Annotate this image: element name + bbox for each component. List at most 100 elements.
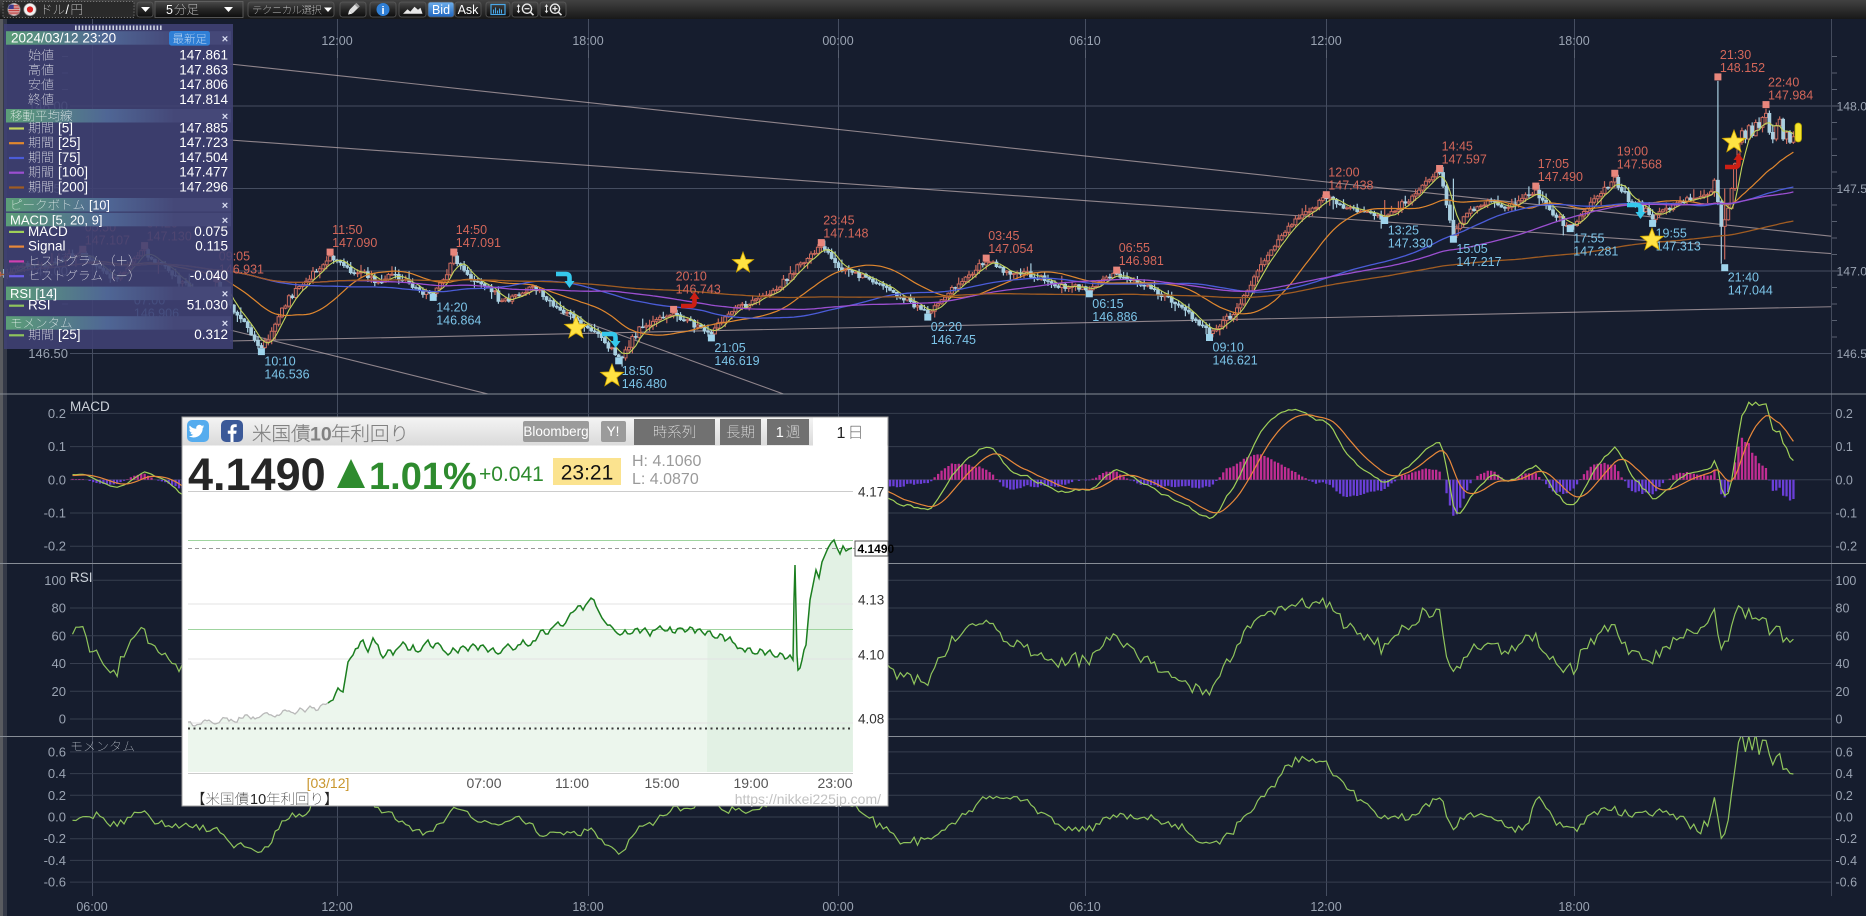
svg-text:12:00: 12:00 — [1310, 900, 1341, 914]
svg-text:Ask: Ask — [458, 3, 480, 17]
svg-text:00:00: 00:00 — [822, 900, 853, 914]
svg-text:21:05: 21:05 — [714, 341, 745, 355]
svg-text:18:00: 18:00 — [572, 900, 603, 914]
svg-text:0.075: 0.075 — [194, 224, 228, 239]
svg-text:Bid: Bid — [432, 3, 450, 17]
svg-text:06:10: 06:10 — [1069, 900, 1100, 914]
svg-text:19:00: 19:00 — [1617, 144, 1648, 158]
svg-text:RSI: RSI — [28, 298, 51, 313]
svg-text:RSI: RSI — [70, 570, 93, 585]
svg-text:0.0: 0.0 — [48, 810, 66, 825]
svg-text:147.148: 147.148 — [823, 227, 868, 241]
svg-text:L: 4.0870: L: 4.0870 — [632, 471, 699, 488]
svg-text:4.1490: 4.1490 — [188, 449, 326, 500]
svg-text:[100]: [100] — [58, 165, 88, 180]
svg-text:MACD: MACD — [28, 224, 68, 239]
svg-text:0.0: 0.0 — [48, 472, 66, 487]
svg-text:147.313: 147.313 — [1656, 239, 1701, 253]
svg-text:60: 60 — [52, 628, 66, 643]
svg-text:0.2: 0.2 — [48, 788, 66, 803]
svg-text:147.330: 147.330 — [1388, 237, 1433, 251]
svg-text:11:50: 11:50 — [332, 223, 362, 237]
svg-text:22:40: 22:40 — [1768, 76, 1799, 90]
svg-text:147.568: 147.568 — [1617, 157, 1662, 171]
svg-text:51.030: 51.030 — [187, 298, 228, 313]
svg-text:4.13: 4.13 — [858, 593, 884, 608]
svg-text:i: i — [381, 5, 384, 17]
svg-text:80: 80 — [52, 601, 66, 616]
svg-text:12:00: 12:00 — [1310, 34, 1341, 48]
svg-text:-0.4: -0.4 — [44, 853, 66, 868]
svg-text:-0.040: -0.040 — [190, 268, 228, 283]
svg-text:Bloomberg: Bloomberg — [523, 424, 588, 439]
svg-text:100: 100 — [44, 573, 66, 588]
svg-text:00:00: 00:00 — [822, 34, 853, 48]
svg-text:[200]: [200] — [58, 179, 88, 194]
svg-text:147.5: 147.5 — [1837, 182, 1866, 196]
svg-text:02:20: 02:20 — [931, 320, 962, 334]
svg-text:21:30: 21:30 — [1720, 48, 1751, 62]
svg-text:0.2: 0.2 — [48, 406, 66, 421]
svg-text:14:50: 14:50 — [456, 223, 487, 237]
svg-text:146.864: 146.864 — [436, 313, 481, 327]
svg-text:148.0: 148.0 — [1837, 100, 1866, 114]
svg-text:100: 100 — [1836, 574, 1857, 588]
svg-text:40: 40 — [52, 656, 66, 671]
svg-text:18:00: 18:00 — [1558, 34, 1589, 48]
svg-text:23:00: 23:00 — [817, 775, 852, 791]
svg-text:146.981: 146.981 — [1119, 254, 1164, 268]
svg-text:-0.6: -0.6 — [1836, 876, 1858, 890]
svg-text:148.152: 148.152 — [1720, 61, 1765, 75]
svg-text:2024/03/12 23:20: 2024/03/12 23:20 — [11, 31, 116, 46]
svg-text:18:00: 18:00 — [1558, 900, 1589, 914]
svg-text:-0.2: -0.2 — [44, 539, 66, 554]
svg-text:-0.6: -0.6 — [44, 875, 66, 890]
svg-text:10: 10 — [310, 424, 332, 446]
svg-text:×: × — [222, 200, 228, 212]
svg-text:0: 0 — [1836, 713, 1843, 727]
svg-text:0.2: 0.2 — [1836, 789, 1853, 803]
svg-text:0.312: 0.312 — [194, 327, 228, 342]
svg-text:0: 0 — [59, 712, 66, 727]
svg-text:147.477: 147.477 — [179, 165, 228, 180]
svg-text:https://nikkei225jp.com/: https://nikkei225jp.com/ — [735, 791, 881, 807]
svg-text:0.0: 0.0 — [1836, 811, 1853, 825]
svg-text:17:55: 17:55 — [1573, 232, 1604, 246]
svg-text:146.743: 146.743 — [676, 282, 721, 296]
svg-text:60: 60 — [1836, 629, 1850, 643]
svg-text:147.861: 147.861 — [179, 48, 228, 63]
svg-text:[03/12]: [03/12] — [307, 775, 350, 791]
svg-text:[25]: [25] — [58, 327, 81, 342]
svg-text:147.885: 147.885 — [179, 120, 228, 135]
svg-text:146.536: 146.536 — [264, 368, 309, 382]
svg-text:147.091: 147.091 — [456, 236, 501, 250]
svg-text:147.597: 147.597 — [1442, 153, 1487, 167]
svg-text:-0.1: -0.1 — [44, 506, 66, 521]
svg-text:07:00: 07:00 — [466, 775, 501, 791]
svg-text:147.863: 147.863 — [179, 63, 228, 78]
svg-text:21:40: 21:40 — [1728, 271, 1759, 285]
svg-text:09:10: 09:10 — [1213, 341, 1244, 355]
svg-text:147.044: 147.044 — [1728, 284, 1773, 298]
svg-text:Y!: Y! — [607, 424, 620, 439]
svg-text:[75]: [75] — [58, 150, 81, 165]
svg-text:146.621: 146.621 — [1213, 354, 1258, 368]
svg-text:18:50: 18:50 — [622, 364, 653, 378]
svg-text:14:45: 14:45 — [1442, 140, 1473, 154]
svg-text:0.4: 0.4 — [1836, 767, 1853, 781]
svg-text:0.1: 0.1 — [1836, 440, 1853, 454]
svg-text:10:10: 10:10 — [264, 355, 295, 369]
svg-text:-0.4: -0.4 — [1836, 854, 1858, 868]
svg-text:06:10: 06:10 — [1069, 34, 1100, 48]
svg-text:-0.2: -0.2 — [1836, 832, 1858, 846]
svg-text:/: / — [66, 3, 70, 17]
svg-text:0.1: 0.1 — [48, 439, 66, 454]
svg-text:+0.041: +0.041 — [479, 463, 544, 486]
svg-text:17:05: 17:05 — [1538, 157, 1569, 171]
svg-text:147.054: 147.054 — [988, 242, 1033, 256]
svg-text:147.090: 147.090 — [332, 236, 377, 250]
svg-text:19:00: 19:00 — [733, 775, 768, 791]
svg-text:[10]: [10] — [89, 198, 110, 212]
svg-text:13:25: 13:25 — [1388, 224, 1419, 238]
svg-text:147.490: 147.490 — [1538, 170, 1583, 184]
